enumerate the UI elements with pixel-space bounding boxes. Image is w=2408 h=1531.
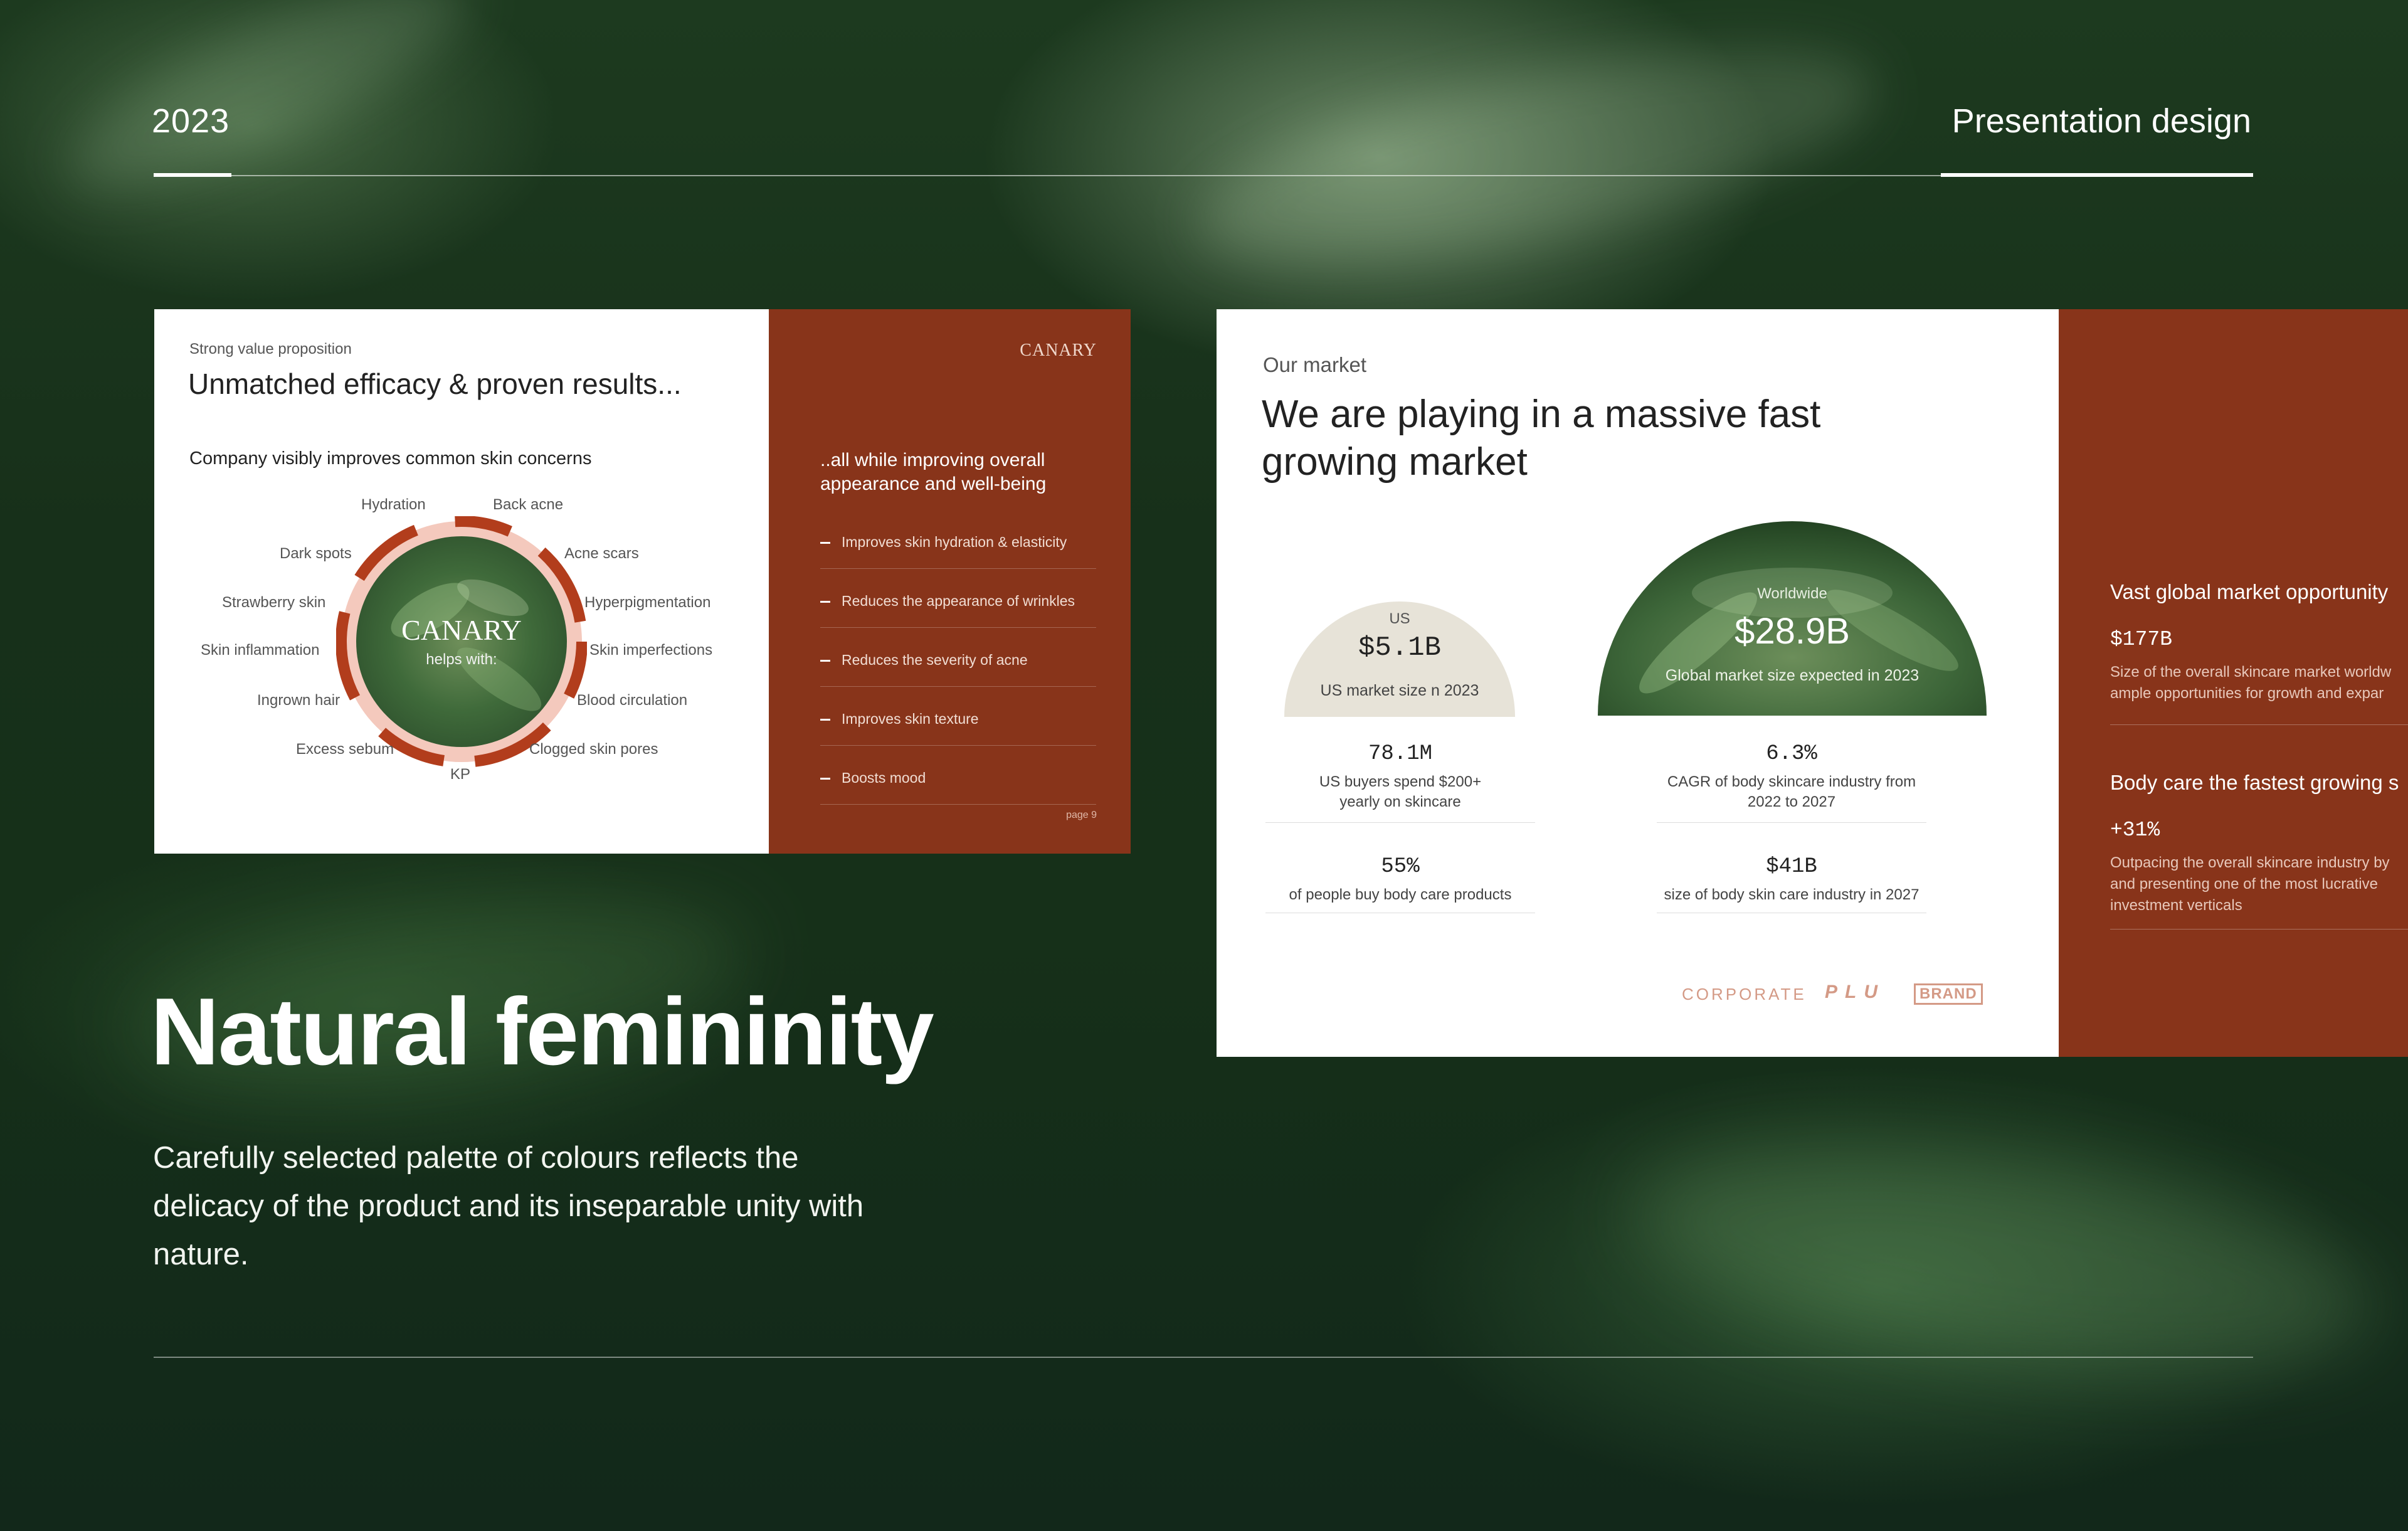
wheel-label: Blood circulation (577, 692, 688, 709)
growth-text: investment verticals (2110, 897, 2242, 914)
stat-cagr: 6.3% CAGR of body skincare industry from… (1667, 742, 1916, 810)
wheel-label: Acne scars (564, 545, 639, 562)
slide1-lead: ..all while improving overall appearance… (820, 450, 1047, 494)
wheel-label: Back acne (493, 496, 564, 513)
benefit-item: Boosts mood (820, 746, 1096, 805)
growth-text: Outpacing the overall skincare industry … (2110, 854, 2390, 871)
slide1-brand: CANARY (1020, 341, 1097, 360)
slide2-title: We are playing in a massive fast growing… (1262, 393, 1821, 484)
wheel-label: Clogged skin pores (529, 741, 658, 758)
benefit-item: Improves skin texture (820, 687, 1096, 746)
slide1-subtitle: Company visibly improves common skin con… (189, 448, 592, 469)
growth-value: +31% (2110, 818, 2160, 842)
opportunity-text: ample opportunities for growth and expar (2110, 685, 2384, 702)
growth-text: and presenting one of the most lucrative (2110, 876, 2378, 893)
wheel-label: Ingrown hair (257, 692, 341, 709)
worldwide-caption: Global market size expected in 2023 (1665, 667, 1920, 684)
wheel-brand: CANARY (401, 614, 522, 646)
leaf-blur-2 (46, 0, 493, 226)
slide2-eyebrow: Our market (1263, 353, 1367, 376)
leaf-blur-3 (1620, 1109, 2394, 1412)
header-title: Presentation design (1951, 102, 2251, 140)
benefit-item: Reduces the severity of acne (820, 628, 1096, 687)
panel-divider (2110, 929, 2408, 930)
stat-body-care-size: $41B size of body skin care industry in … (1664, 855, 1920, 903)
panel-divider (2110, 724, 2408, 725)
slide1-page-number: page 9 (1066, 810, 1097, 820)
slide1-eyebrow: Strong value proposition (189, 341, 352, 358)
stat-us-buyers: 78.1M US buyers spend $200+ yearly on sk… (1319, 742, 1482, 810)
worldwide-value: $28.9B (1735, 611, 1850, 652)
leaf-blur-1 (1181, 5, 1891, 309)
stat-divider (1657, 822, 1926, 823)
wheel-label: Excess sebum (296, 741, 394, 758)
opportunity-text: Size of the overall skincare market worl… (2110, 664, 2392, 681)
stat-divider (1265, 822, 1535, 823)
slide1-benefits-panel: CANARY ..all while improving overall app… (769, 309, 1131, 854)
header-accent-left (154, 173, 231, 177)
wheel-caption: helps with: (426, 651, 497, 668)
logo-brand: BRAND (1914, 983, 1983, 1005)
wheel-label: Hydration (361, 496, 426, 513)
us-label: US (1389, 610, 1410, 627)
feature-body: Carefully selected palette of colours re… (153, 1141, 864, 1271)
wheel-label: Hyperpigmentation (584, 594, 711, 611)
wheel-label: Strawberry skin (222, 594, 326, 611)
stat-body-care-buyers: 55% of people buy body care products (1289, 855, 1512, 903)
worldwide-label: Worldwide (1757, 585, 1827, 602)
growth-heading: Body care the fastest growing s (2110, 771, 2399, 794)
slide-efficacy[interactable]: Strong value proposition Unmatched effic… (154, 309, 1131, 854)
header-year: 2023 (152, 102, 230, 140)
opportunity-value: $177B (2110, 628, 2173, 651)
slide1-title: Unmatched efficacy & proven results... (188, 368, 682, 400)
slide-market[interactable]: Our market We are playing in a massive f… (1217, 309, 2408, 1057)
logo-corporate: CORPORATE (1682, 985, 1807, 1004)
opportunity-heading: Vast global market opportunity (2110, 580, 2389, 603)
header-divider (154, 175, 2253, 176)
us-value: $5.1B (1358, 632, 1442, 664)
slide2-opportunity-panel: Vast global market opportunity $177B Siz… (2059, 309, 2408, 1057)
wheel-label: Skin inflammation (201, 642, 320, 659)
benefit-item: Improves skin hydration & elasticity (820, 510, 1096, 569)
wheel-label: Skin imperfections (589, 642, 713, 659)
wheel-label: KP (450, 766, 471, 783)
header-accent-right (1941, 173, 2253, 177)
footer-divider (154, 1357, 2253, 1358)
logo-plu: PLU (1825, 982, 1885, 1002)
wheel-label: Dark spots (280, 545, 352, 562)
feature-headline: Natural femininity (150, 978, 934, 1085)
us-caption: US market size n 2023 (1320, 682, 1479, 699)
benefit-item: Reduces the appearance of wrinkles (820, 569, 1096, 628)
